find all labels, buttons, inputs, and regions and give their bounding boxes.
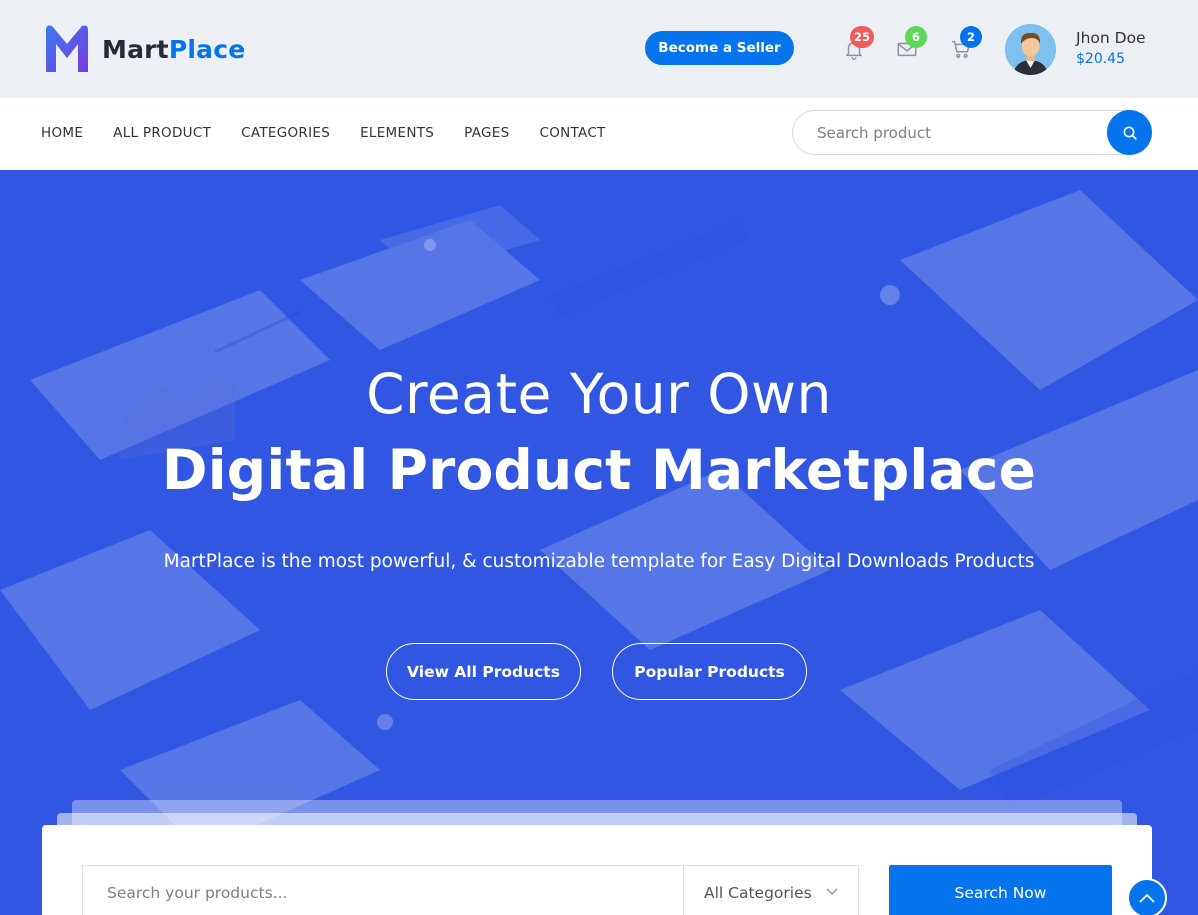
view-all-products-button[interactable]: View All Products bbox=[386, 643, 581, 700]
hero-subtitle: MartPlace is the most powerful, & custom… bbox=[163, 551, 1035, 572]
nav-menu: HOME ALL PRODUCT CATEGORIES ELEMENTS PAG… bbox=[41, 125, 636, 141]
notifications-badge: 25 bbox=[850, 26, 875, 48]
user-balance: $20.45 bbox=[1076, 51, 1125, 67]
logo-text-part1: Mart bbox=[102, 34, 169, 64]
chevron-down-icon bbox=[826, 888, 838, 895]
nav-item-categories[interactable]: CATEGORIES bbox=[241, 125, 330, 141]
category-select[interactable]: All Categories bbox=[683, 865, 859, 915]
nav-item-contact[interactable]: CONTACT bbox=[539, 125, 605, 141]
logo-text: MartPlace bbox=[102, 35, 245, 64]
nav-item-all-product[interactable]: ALL PRODUCT bbox=[113, 125, 211, 141]
nav-item-elements[interactable]: ELEMENTS bbox=[360, 125, 434, 141]
popular-products-button[interactable]: Popular Products bbox=[612, 643, 807, 700]
user-name[interactable]: Jhon Doe bbox=[1076, 29, 1146, 47]
nav-item-pages[interactable]: PAGES bbox=[464, 125, 509, 141]
logo-mark-icon bbox=[46, 25, 88, 72]
search-input[interactable] bbox=[817, 121, 1097, 145]
product-search-input[interactable] bbox=[82, 865, 684, 915]
scroll-to-top-button[interactable] bbox=[1127, 878, 1167, 915]
avatar[interactable] bbox=[1005, 24, 1056, 75]
logo-text-part2: Place bbox=[168, 34, 246, 64]
user-avatar-icon bbox=[1005, 24, 1056, 75]
hero-title-line1: Create Your Own bbox=[366, 362, 832, 426]
logo[interactable]: MartPlace bbox=[40, 22, 245, 76]
search-now-button[interactable]: Search Now bbox=[889, 865, 1112, 915]
hero-title-line2: Digital Product Marketplace bbox=[161, 438, 1037, 502]
product-search bbox=[792, 110, 1152, 155]
top-header: MartPlace Become a Seller 25 6 2 Jhon Do… bbox=[0, 0, 1198, 98]
messages-button[interactable]: 6 bbox=[896, 26, 927, 64]
search-icon bbox=[1123, 126, 1137, 140]
messages-badge: 6 bbox=[905, 26, 927, 48]
hero-banner: Create Your Own Digital Product Marketpl… bbox=[0, 170, 1198, 915]
main-navbar: HOME ALL PRODUCT CATEGORIES ELEMENTS PAG… bbox=[0, 98, 1198, 170]
cart-badge: 2 bbox=[960, 26, 982, 48]
search-panel: All Categories Search Now bbox=[42, 825, 1152, 915]
nav-item-home[interactable]: HOME bbox=[41, 125, 83, 141]
category-select-value: All Categories bbox=[704, 884, 812, 902]
chevron-up-icon bbox=[1139, 893, 1155, 903]
notifications-button[interactable]: 25 bbox=[843, 26, 875, 64]
search-button[interactable] bbox=[1107, 110, 1152, 155]
become-seller-button[interactable]: Become a Seller bbox=[645, 31, 794, 65]
cart-button[interactable]: 2 bbox=[950, 26, 982, 64]
